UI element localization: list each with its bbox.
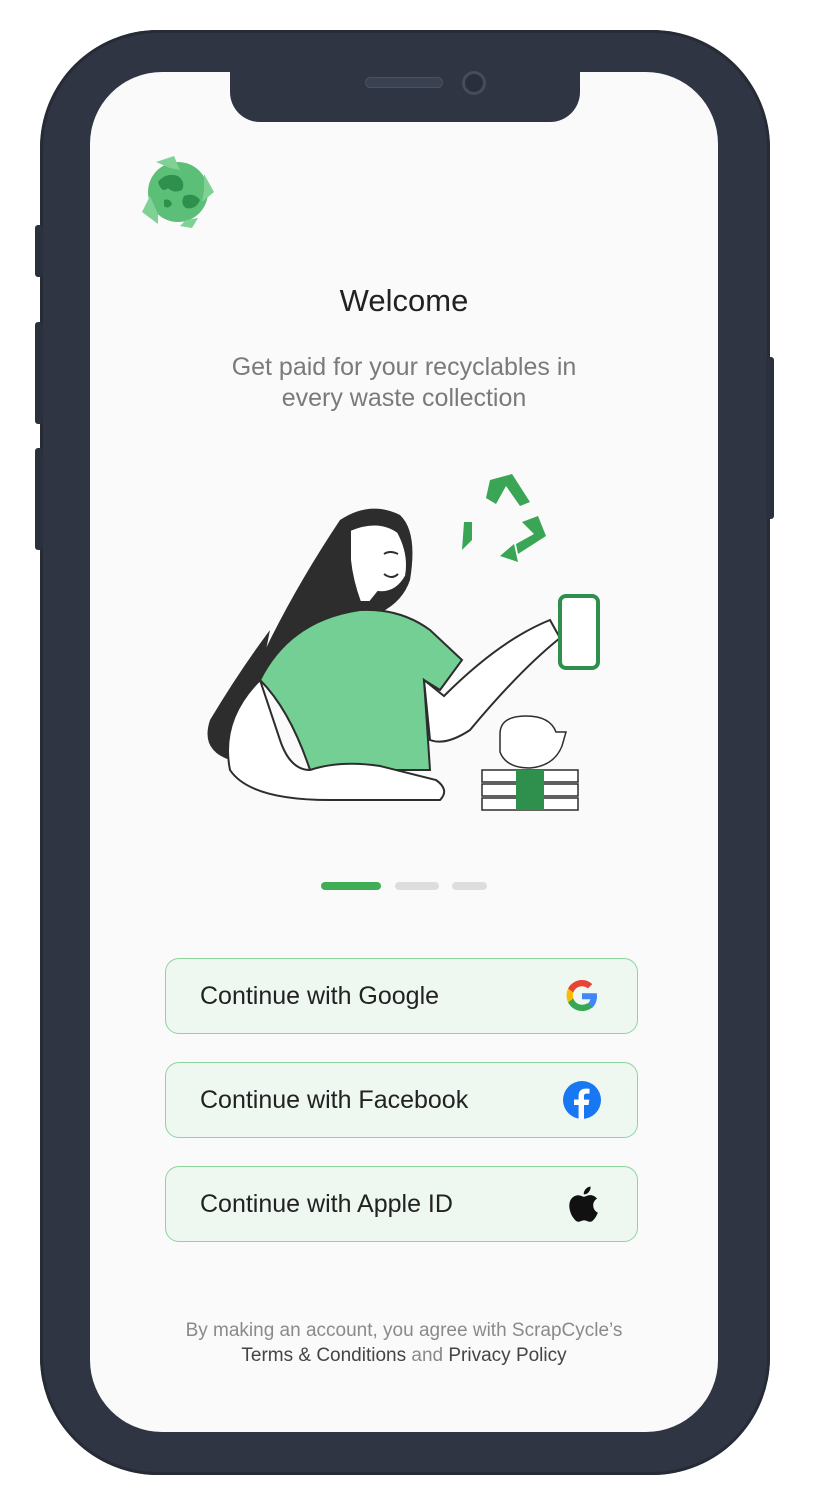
terms-link[interactable]: Terms & Conditions (241, 1345, 406, 1366)
subtitle-line-1: Get paid for your recyclables in (231, 353, 577, 381)
privacy-link[interactable]: Privacy Policy (448, 1345, 566, 1366)
page-title: Welcome (339, 283, 469, 318)
footer-and: and (411, 1345, 444, 1366)
carousel-dot-2[interactable] (395, 882, 439, 890)
carousel-dot-1[interactable] (321, 882, 381, 890)
speaker-grille (365, 77, 443, 88)
carousel-indicator (320, 882, 490, 892)
carousel-dot-3[interactable] (452, 882, 487, 890)
silent-switch (35, 225, 43, 277)
continue-with-google-button[interactable]: Continue with Google (165, 958, 638, 1034)
google-icon (563, 977, 601, 1015)
recycle-icon (462, 474, 546, 562)
footer-line-2: Terms & Conditions and Privacy Policy (130, 1343, 678, 1368)
apple-icon (563, 1185, 601, 1223)
page-subtitle: Get paid for your recyclables in every w… (180, 352, 628, 414)
woman-phone-recycle-illustration (200, 470, 620, 840)
subtitle-line-2: every waste collection (281, 384, 527, 412)
google-button-label: Continue with Google (200, 981, 440, 1010)
volume-down-button (35, 448, 43, 550)
continue-with-facebook-button[interactable]: Continue with Facebook (165, 1062, 638, 1138)
facebook-icon (563, 1081, 601, 1119)
volume-up-button (35, 322, 43, 424)
facebook-button-label: Continue with Facebook (200, 1085, 469, 1114)
power-button (766, 357, 774, 519)
continue-with-apple-button[interactable]: Continue with Apple ID (165, 1166, 638, 1242)
terms-footer: By making an account, you agree with Scr… (130, 1318, 678, 1368)
recycle-globe-logo-icon (136, 152, 220, 232)
footer-line-1: By making an account, you agree with Scr… (185, 1320, 623, 1341)
apple-button-label: Continue with Apple ID (200, 1189, 453, 1218)
front-camera (462, 71, 486, 95)
